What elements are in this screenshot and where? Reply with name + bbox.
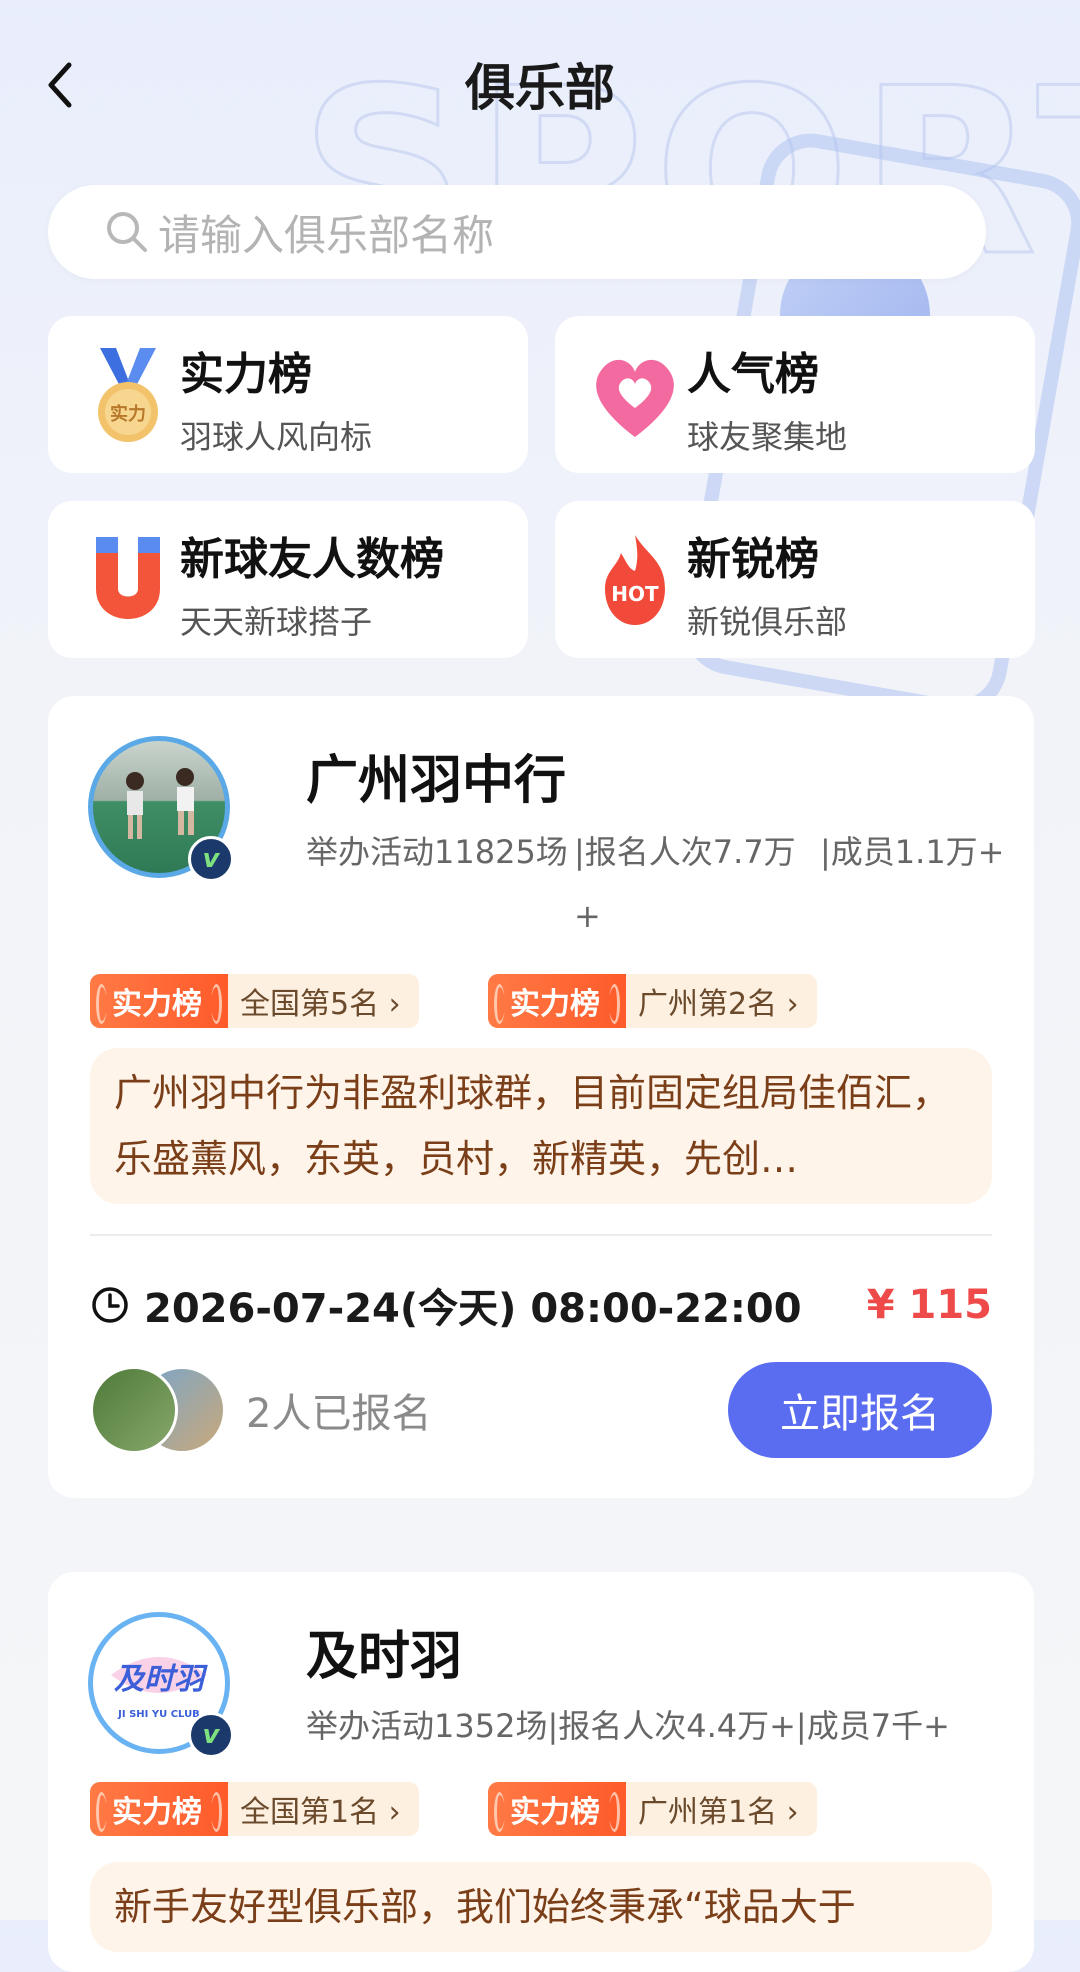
search-input[interactable]: 请输入俱乐部名称 bbox=[48, 185, 986, 279]
ranking-name: 人气榜 bbox=[687, 349, 819, 400]
ranking-subtitle: 羽球人风向标 bbox=[180, 418, 373, 456]
rank-tag-value: 全国第5名 › bbox=[228, 974, 419, 1028]
rank-tag-label: 实力榜 bbox=[90, 974, 228, 1028]
activity-price: ¥ 115 bbox=[866, 1282, 992, 1328]
participant-avatar bbox=[90, 1366, 178, 1454]
club-card[interactable]: v 广州羽中行 举办活动11825场 |报名人次7.7万+ |成员1.1万+ 实… bbox=[48, 696, 1034, 1498]
ranking-name: 新球友人数榜 bbox=[180, 534, 444, 585]
ranking-subtitle: 新锐俱乐部 bbox=[687, 603, 848, 641]
ranking-subtitle: 球友聚集地 bbox=[687, 418, 848, 456]
stat-summary: 举办活动1352场|报名人次4.4万+|成员7千+ bbox=[306, 1707, 950, 1745]
ranking-card-rising[interactable]: HOT 新锐榜 新锐俱乐部 bbox=[555, 501, 1035, 658]
signup-count: 2人已报名 bbox=[246, 1391, 432, 1437]
rank-tag-label: 实力榜 bbox=[488, 974, 626, 1028]
rank-tag-label: 实力榜 bbox=[90, 1782, 228, 1836]
hot-fire-icon: HOT bbox=[605, 535, 665, 625]
rank-tag-value: 全国第1名 › bbox=[228, 1782, 419, 1836]
search-icon bbox=[107, 212, 147, 252]
rank-tag-city[interactable]: 实力榜 广州第1名 › bbox=[488, 1782, 817, 1836]
stat-activities: 举办活动11825场 bbox=[306, 833, 568, 871]
club-stats: 举办活动1352场|报名人次4.4万+|成员7千+ bbox=[306, 1694, 950, 1758]
ranking-name: 实力榜 bbox=[180, 349, 312, 400]
club-description: 新手友好型俱乐部，我们始终秉承“球品大于 bbox=[90, 1862, 992, 1952]
ranking-card-strength[interactable]: 实力 实力榜 羽球人风向标 bbox=[48, 316, 528, 473]
svg-text:实力: 实力 bbox=[110, 403, 146, 425]
ranking-subtitle: 天天新球搭子 bbox=[180, 603, 373, 641]
divider bbox=[90, 1234, 992, 1236]
activity-time-row: 2026-07-24(今天) 08:00-22:00 ¥ 115 bbox=[90, 1276, 992, 1334]
stat-members: |成员1.1万+ bbox=[820, 833, 1005, 871]
heart-icon bbox=[596, 359, 674, 437]
svg-text:HOT: HOT bbox=[611, 582, 659, 606]
club-name: 及时羽 bbox=[306, 1627, 463, 1687]
rank-tag-value: 广州第2名 › bbox=[626, 974, 817, 1028]
club-stats: 举办活动11825场 |报名人次7.7万+ |成员1.1万+ bbox=[306, 820, 1030, 948]
ranking-name: 新锐榜 bbox=[687, 534, 819, 585]
clock-icon bbox=[92, 1287, 128, 1323]
stat-registrations: |报名人次7.7万+ bbox=[574, 833, 796, 935]
svg-text:JI SHI YU CLUB: JI SHI YU CLUB bbox=[117, 1709, 200, 1720]
rank-tag-national[interactable]: 实力榜 全国第1名 › bbox=[90, 1782, 419, 1836]
magnet-icon bbox=[96, 537, 160, 619]
ranking-card-popularity[interactable]: 人气榜 球友聚集地 bbox=[555, 316, 1035, 473]
signup-button[interactable]: 立即报名 bbox=[728, 1362, 992, 1458]
club-description: 广州羽中行为非盈利球群，目前固定组局佳佰汇，乐盛薰风，东英，员村，新精英，先创… bbox=[90, 1048, 992, 1204]
rank-tag-city[interactable]: 实力榜 广州第2名 › bbox=[488, 974, 817, 1028]
signup-row: 2人已报名 立即报名 bbox=[90, 1362, 992, 1458]
search-placeholder: 请输入俱乐部名称 bbox=[158, 210, 495, 260]
ranking-card-new-members[interactable]: 新球友人数榜 天天新球搭子 bbox=[48, 501, 528, 658]
activity-time: 2026-07-24(今天) 08:00-22:00 bbox=[144, 1286, 802, 1332]
verified-badge-icon: v bbox=[188, 836, 234, 882]
medal-icon: 实力 bbox=[98, 348, 158, 442]
rank-tag-label: 实力榜 bbox=[488, 1782, 626, 1836]
page-title: 俱乐部 bbox=[465, 59, 615, 117]
club-card[interactable]: 及时羽 JI SHI YU CLUB v 及时羽 举办活动1352场|报名人次4… bbox=[48, 1572, 1034, 1972]
verified-badge-icon: v bbox=[188, 1712, 234, 1758]
top-bar: 俱乐部 bbox=[0, 0, 1080, 165]
rank-tag-value: 广州第1名 › bbox=[626, 1782, 817, 1836]
rank-tag-national[interactable]: 实力榜 全国第5名 › bbox=[90, 974, 419, 1028]
svg-text:及时羽: 及时羽 bbox=[114, 1662, 208, 1697]
club-name: 广州羽中行 bbox=[306, 751, 567, 811]
